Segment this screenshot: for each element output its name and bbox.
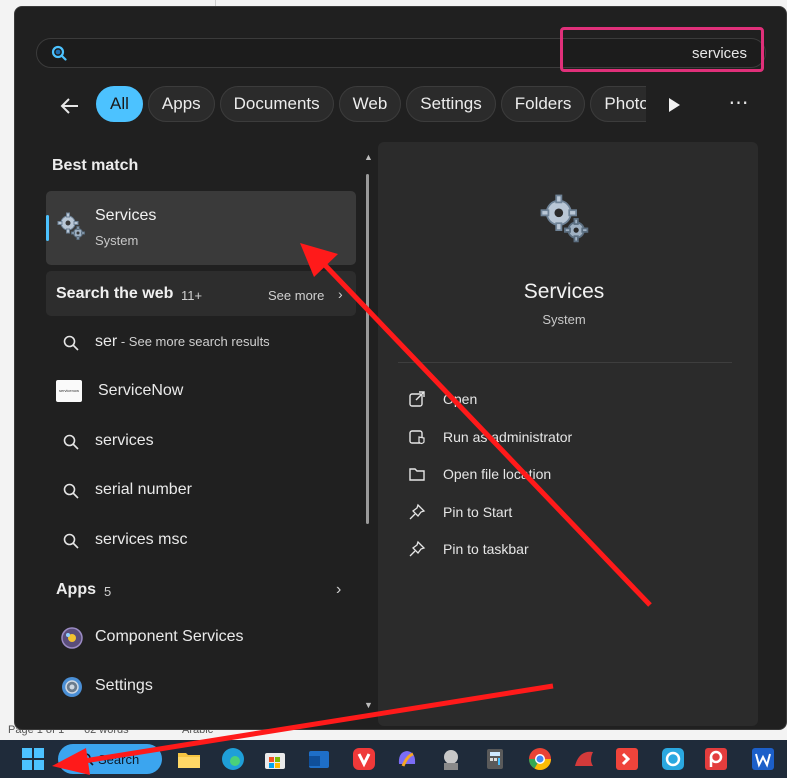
- apps-count: 5: [104, 584, 112, 599]
- action-label: Pin to taskbar: [443, 541, 529, 557]
- action-label: Run as administrator: [443, 429, 573, 445]
- scroll-tabs-button[interactable]: [665, 95, 683, 115]
- search-highlight-annotation: [560, 27, 764, 72]
- results-scrollbar[interactable]: ▲ ▼: [364, 152, 373, 712]
- web-results-count: 11+: [181, 288, 203, 303]
- filter-tabs: AllAppsDocumentsWebSettingsFoldersPhotos: [96, 86, 646, 126]
- search-icon: [62, 334, 80, 352]
- arrow-left-icon: [60, 98, 78, 114]
- services-gear-icon: [56, 211, 86, 241]
- vivaldi-icon[interactable]: [351, 746, 377, 772]
- suffix-text: - See more search results: [117, 334, 270, 349]
- pdf-app-icon[interactable]: [571, 746, 597, 772]
- action-label: Open: [443, 391, 478, 407]
- query-text: serial number: [95, 481, 192, 498]
- chevron-right-icon[interactable]: ›: [336, 581, 341, 599]
- search-icon: [62, 433, 80, 451]
- search-the-web-label: Search the web: [56, 285, 174, 302]
- action-open-file-location[interactable]: Open file location: [408, 459, 738, 489]
- play-icon: [669, 98, 680, 112]
- tab-all[interactable]: All: [96, 86, 143, 122]
- anydesk-icon[interactable]: [614, 746, 640, 772]
- servicenow-logo-icon: servicenow: [56, 380, 82, 402]
- web-result-text: ser - See more search results: [95, 333, 270, 351]
- detail-pane: Services System Open Run as administrato…: [378, 142, 758, 726]
- back-button[interactable]: [56, 92, 84, 120]
- shield-window-icon: [408, 428, 426, 446]
- see-more-link[interactable]: See more: [268, 288, 324, 303]
- web-result-serial-number[interactable]: serial number: [46, 470, 356, 510]
- chrome-icon[interactable]: [527, 746, 553, 772]
- app-avatar-icon[interactable]: [438, 746, 464, 772]
- search-icon: [51, 45, 67, 61]
- microsoft-store-icon[interactable]: [262, 746, 288, 772]
- action-label: Open file location: [443, 466, 552, 482]
- apps-heading[interactable]: Apps: [56, 581, 96, 599]
- file-explorer-icon[interactable]: [176, 746, 202, 772]
- tab-web[interactable]: Web: [338, 86, 402, 122]
- action-pin-to-taskbar[interactable]: Pin to taskbar: [408, 534, 738, 564]
- web-result-text: services: [95, 432, 154, 450]
- outlook-icon[interactable]: [306, 746, 332, 772]
- query-text: services: [95, 432, 154, 449]
- web-result-text: serial number: [95, 481, 192, 499]
- search-icon: [62, 532, 80, 550]
- app-result-title: Component Services: [95, 628, 244, 645]
- web-result-services-msc[interactable]: services msc: [46, 520, 356, 560]
- best-match-title: Services: [95, 207, 157, 224]
- start-button[interactable]: [20, 746, 46, 772]
- tab-documents[interactable]: Documents: [219, 86, 334, 122]
- windows-logo-icon: [22, 748, 44, 770]
- web-result-text: services msc: [95, 531, 187, 549]
- tab-photos[interactable]: Photos: [590, 86, 646, 122]
- search-the-web-header[interactable]: Search the web 11+ See more ›: [46, 271, 356, 316]
- query-text: services msc: [95, 531, 188, 548]
- tab-settings[interactable]: Settings: [406, 86, 496, 122]
- pin-icon: [408, 503, 426, 521]
- action-open[interactable]: Open: [408, 384, 738, 414]
- pin-icon: [408, 540, 426, 558]
- calculator-icon[interactable]: [482, 746, 508, 772]
- best-match-heading: Best match: [52, 157, 139, 174]
- search-icon: [62, 482, 80, 500]
- services-gear-icon: [538, 192, 590, 244]
- best-match-item[interactable]: Services System: [46, 191, 356, 265]
- web-result-servicenow[interactable]: servicenow ServiceNow: [46, 371, 356, 411]
- sync-app-icon[interactable]: [660, 746, 686, 772]
- scrollbar-thumb[interactable]: [366, 174, 369, 524]
- tab-folders[interactable]: Folders: [500, 86, 586, 122]
- taskbar-search-label: Search: [98, 752, 140, 767]
- taskbar: Search: [0, 740, 787, 778]
- web-result-text: ServiceNow: [98, 382, 184, 399]
- component-services-icon: [60, 626, 84, 650]
- more-options-button[interactable]: ⋯: [726, 92, 752, 118]
- scroll-down-icon[interactable]: ▼: [364, 700, 373, 710]
- open-external-icon: [408, 390, 426, 408]
- chevron-right-icon: ›: [338, 286, 343, 302]
- query-text: ser: [95, 333, 118, 350]
- app-result-settings[interactable]: Settings: [46, 665, 356, 709]
- copilot-icon[interactable]: [394, 746, 420, 772]
- action-label: Pin to Start: [443, 504, 513, 520]
- action-run-as-admin[interactable]: Run as administrator: [408, 422, 738, 452]
- tab-apps[interactable]: Apps: [147, 86, 215, 122]
- w-app-icon[interactable]: [750, 746, 776, 772]
- detail-subtitle: System: [542, 312, 586, 327]
- search-icon: [81, 753, 94, 766]
- settings-gear-icon: [60, 675, 84, 699]
- detail-divider: [398, 362, 732, 363]
- taskbar-search-button[interactable]: Search: [58, 744, 162, 774]
- selection-indicator: [46, 215, 49, 241]
- best-match-subtitle: System: [95, 233, 139, 248]
- web-result-services[interactable]: services: [46, 421, 356, 461]
- app-result-title: Settings: [95, 677, 153, 694]
- detail-title: Services: [523, 280, 605, 303]
- action-pin-to-start[interactable]: Pin to Start: [408, 497, 738, 527]
- folder-icon: [408, 465, 426, 483]
- web-result-ser[interactable]: ser - See more search results: [46, 322, 356, 362]
- edge-browser-icon[interactable]: [220, 746, 246, 772]
- scroll-up-icon[interactable]: ▲: [364, 152, 373, 162]
- app-result-component-services[interactable]: Component Services: [46, 616, 356, 660]
- p-app-icon[interactable]: [703, 746, 729, 772]
